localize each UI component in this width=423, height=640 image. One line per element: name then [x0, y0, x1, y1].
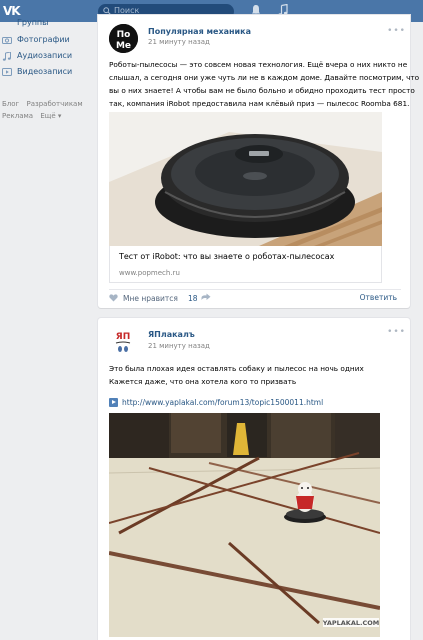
footer-link-more[interactable]: Ещё ▾	[40, 112, 61, 120]
post-text-line: слышал, а сегодня они уже чуть ли не в к…	[109, 73, 420, 82]
sidebar-item-video[interactable]: Видеозаписи	[0, 64, 96, 80]
sidebar-item-audio[interactable]: Аудиозаписи	[0, 48, 96, 64]
music-icon	[2, 52, 11, 61]
sidebar-item-label: Группы	[17, 18, 49, 27]
post-link-url[interactable]: http://www.yaplakal.com/forum13/topic150…	[122, 398, 323, 407]
like-label: Мне нравится	[123, 293, 178, 303]
video-icon	[2, 68, 12, 76]
like-button[interactable]: Мне нравится 18	[109, 292, 197, 304]
photos-icon	[2, 37, 12, 44]
reply-button[interactable]: Ответить	[360, 293, 397, 302]
post-text-line: Роботы-пылесосы — это совсем новая техно…	[109, 60, 408, 69]
post-text-line: Это была плохая идея оставлять собаку и …	[109, 364, 364, 373]
sidebar-item-groups[interactable]: Группы	[0, 19, 96, 32]
more-options-icon[interactable]: •••	[387, 26, 406, 36]
post-text: Роботы-пылесосы — это совсем новая техно…	[109, 58, 420, 110]
footer-link-blog[interactable]: Блог	[2, 100, 19, 108]
svg-text:По: По	[117, 30, 131, 40]
left-sidebar: Группы Фотографии Аудиозаписи Видеозапис…	[0, 19, 96, 80]
svg-text:ЯП: ЯП	[116, 332, 130, 342]
watermark-text: YAPLAKAL.COM	[322, 619, 380, 627]
link-snippet[interactable]: Тест от iRobot: что вы знаете о роботах-…	[109, 246, 382, 283]
snippet-title[interactable]: Тест от iRobot: что вы знаете о роботах-…	[119, 252, 334, 261]
avatar[interactable]: ЯП	[109, 327, 138, 356]
post-image-roomba[interactable]	[109, 112, 382, 246]
sidebar-item-label: Аудиозаписи	[17, 51, 73, 60]
search-input[interactable]: Поиск	[114, 6, 139, 15]
snippet-url[interactable]: www.popmech.ru	[119, 269, 180, 277]
vk-logo[interactable]: VK	[3, 4, 21, 18]
play-link-icon	[109, 397, 118, 407]
roomba-photo	[109, 112, 382, 246]
sidebar-footer-links: Блог Разработчикам Реклама Ещё ▾	[2, 98, 96, 122]
sidebar-item-photos[interactable]: Фотографии	[0, 32, 96, 48]
post-author[interactable]: Популярная механика	[148, 27, 251, 36]
post-author[interactable]: ЯПлакалъ	[148, 330, 195, 339]
feed-post: ЯП ЯПлакалъ 21 минуту назад ••• Это была…	[98, 318, 410, 640]
search-icon	[103, 7, 111, 15]
post-text-line: вы о них знаете! А чтобы вам не было бол…	[109, 86, 415, 95]
sidebar-item-label: Видеозаписи	[17, 67, 73, 76]
heart-icon	[109, 294, 118, 302]
post-time[interactable]: 21 минуту назад	[148, 342, 210, 350]
yaplakal-logo: ЯП	[109, 327, 138, 356]
feed-post: По Ме Популярная механика 21 минуту наза…	[98, 15, 420, 308]
svg-text:Ме: Ме	[116, 41, 131, 51]
dog-vacuum-photo: YAPLAKAL.COM	[109, 413, 380, 637]
like-count: 18	[187, 293, 198, 303]
avatar[interactable]: По Ме	[109, 24, 138, 53]
post-text-line: так, компания iRobot предоставила нам кл…	[109, 99, 410, 108]
footer-link-developers[interactable]: Разработчикам	[26, 100, 82, 108]
popmech-logo: По Ме	[109, 24, 138, 53]
post-actions: Мне нравится 18 Ответить	[109, 289, 401, 303]
post-text: Это была плохая идея оставлять собаку и …	[109, 362, 401, 388]
footer-link-ads[interactable]: Реклама	[2, 112, 33, 120]
post-text-line: Кажется даже, что она хотела кого то при…	[109, 377, 297, 386]
post-image-dog-vacuum[interactable]: YAPLAKAL.COM	[109, 413, 380, 637]
sidebar-item-label: Фотографии	[17, 35, 70, 44]
post-link[interactable]: http://www.yaplakal.com/forum13/topic150…	[109, 396, 323, 408]
more-options-icon[interactable]: •••	[387, 327, 406, 337]
post-time[interactable]: 21 минуту назад	[148, 38, 210, 46]
share-icon[interactable]	[201, 293, 211, 301]
